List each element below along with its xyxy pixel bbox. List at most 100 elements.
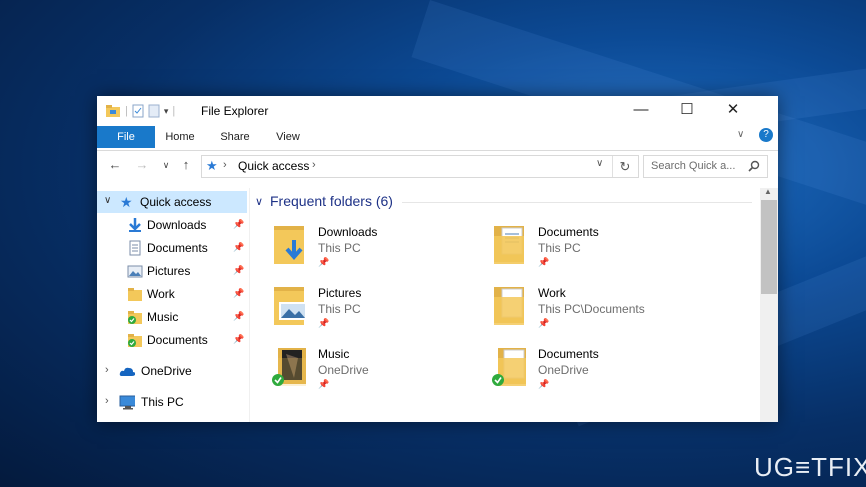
nav-item-documents[interactable]: Documents 📌	[97, 237, 247, 259]
nav-label: Pictures	[147, 264, 191, 278]
breadcrumb-separator-icon: ›	[223, 159, 227, 171]
pin-icon[interactable]: 📌	[233, 334, 244, 345]
folder-name: Pictures	[318, 286, 362, 300]
properties-icon[interactable]	[132, 104, 144, 118]
folder-name: Downloads	[318, 225, 378, 239]
file-explorer-icon	[106, 105, 120, 117]
pictures-icon	[127, 265, 143, 278]
minimize-button[interactable]: —	[618, 96, 664, 124]
folder-name: Music	[318, 347, 350, 361]
document-icon	[129, 240, 141, 256]
tab-home[interactable]: Home	[157, 126, 203, 148]
music-folder-icon	[128, 311, 142, 324]
downloads-folder-icon	[274, 226, 304, 264]
file-explorer-window: | ▾ | File Explorer — ☐ ✕ File Home Shar…	[97, 96, 778, 422]
search-box[interactable]: Search Quick a...	[643, 155, 768, 178]
recent-locations-icon[interactable]: ∨	[157, 156, 175, 174]
nav-item-pictures[interactable]: Pictures 📌	[97, 260, 247, 282]
pin-icon[interactable]: 📌	[538, 379, 549, 390]
expand-chevron-icon[interactable]: ›	[105, 395, 109, 407]
window-title: File Explorer	[201, 104, 269, 118]
pin-icon[interactable]: 📌	[233, 288, 244, 299]
tab-file[interactable]: File	[97, 126, 155, 148]
folder-tile-onedrive-documents[interactable]: Documents OneDrive 📌	[492, 344, 732, 398]
forward-button[interactable]: →	[133, 156, 151, 174]
expand-ribbon-icon[interactable]: ∨	[737, 129, 744, 140]
nav-label: Documents	[147, 241, 208, 255]
folder-location: This PC\Documents	[538, 302, 645, 316]
scrollbar-thumb[interactable]	[761, 200, 777, 294]
group-divider	[402, 202, 752, 203]
pin-icon[interactable]: 📌	[538, 318, 549, 329]
close-button[interactable]: ✕	[710, 96, 756, 124]
maximize-button[interactable]: ☐	[664, 96, 710, 124]
nav-label: Work	[147, 287, 175, 301]
pin-icon[interactable]: 📌	[318, 379, 329, 390]
pin-icon[interactable]: 📌	[233, 311, 244, 322]
group-title: Frequent folders (6)	[270, 193, 393, 209]
tab-view[interactable]: View	[267, 126, 309, 148]
pin-icon[interactable]: 📌	[233, 242, 244, 253]
scroll-up-icon[interactable]: ▲	[764, 187, 772, 196]
refresh-icon[interactable]: ↻	[612, 156, 637, 177]
folder-location: This PC	[538, 241, 581, 255]
nav-label: Downloads	[147, 218, 207, 232]
vertical-scrollbar[interactable]: ▲	[760, 187, 778, 422]
separator: |	[172, 105, 176, 117]
nav-label: This PC	[141, 395, 184, 409]
folder-location: OneDrive	[318, 363, 369, 377]
pin-icon[interactable]: 📌	[233, 219, 244, 230]
folder-name: Documents	[538, 347, 599, 361]
onedrive-documents-folder-icon	[492, 348, 526, 386]
folder-location: This PC	[318, 241, 361, 255]
nav-label: Music	[147, 310, 179, 324]
collapse-chevron-icon[interactable]: ∨	[255, 195, 263, 208]
address-dropdown-icon[interactable]: ∨	[596, 158, 603, 169]
search-placeholder: Search Quick a...	[651, 160, 736, 172]
work-folder-icon	[494, 287, 524, 325]
pin-icon[interactable]: 📌	[318, 257, 329, 268]
folder-location: OneDrive	[538, 363, 589, 377]
back-button[interactable]: ←	[106, 156, 124, 174]
navigation-bar: ← → ∨ ↑ ★ › Quick access › ∨ ↻ Search Qu…	[97, 152, 778, 180]
nav-onedrive[interactable]: › OneDrive	[97, 360, 247, 382]
collapse-chevron-icon[interactable]: ∨	[104, 195, 111, 206]
nav-label: Quick access	[140, 195, 212, 209]
folder-tile-pictures[interactable]: Pictures This PC 📌	[272, 283, 512, 337]
breadcrumb-separator-icon[interactable]: ›	[312, 159, 316, 171]
pin-icon[interactable]: 📌	[233, 265, 244, 276]
quick-access-star-icon: ★	[120, 194, 133, 210]
quick-access-toolbar: | ▾ |	[105, 103, 175, 119]
breadcrumb-quick-access[interactable]: Quick access	[238, 159, 309, 173]
onedrive-cloud-icon	[119, 367, 135, 376]
folder-name: Documents	[538, 225, 599, 239]
customize-toolbar-icon[interactable]: ▾	[164, 106, 169, 117]
pin-icon[interactable]: 📌	[318, 318, 329, 329]
help-icon[interactable]: ?	[759, 128, 773, 142]
download-icon	[129, 218, 141, 232]
nav-item-music[interactable]: Music 📌	[97, 306, 247, 328]
nav-item-work[interactable]: Work 📌	[97, 283, 247, 305]
address-bar[interactable]: ★ › Quick access › ∨ ↻	[201, 155, 639, 178]
quick-access-star-icon: ★	[206, 158, 218, 173]
nav-item-downloads[interactable]: Downloads 📌	[97, 214, 247, 236]
folder-tile-work[interactable]: Work This PC\Documents 📌	[492, 283, 732, 337]
search-icon	[748, 160, 760, 172]
documents-folder-icon	[494, 226, 524, 264]
tab-share[interactable]: Share	[213, 126, 257, 148]
folder-tile-downloads[interactable]: Downloads This PC 📌	[272, 222, 512, 276]
onedrive-folder-icon	[128, 334, 142, 347]
nav-this-pc[interactable]: › This PC	[97, 391, 247, 413]
watermark-logo: UG≡TFIX	[754, 452, 866, 482]
expand-chevron-icon[interactable]: ›	[105, 364, 109, 376]
ribbon-tabs: File Home Share View ∨ ?	[97, 126, 778, 151]
folder-icon	[128, 288, 142, 301]
up-button[interactable]: ↑	[177, 156, 195, 174]
pin-icon[interactable]: 📌	[538, 257, 549, 268]
navigation-pane: ∨ ★ Quick access Downloads 📌 Documents 📌…	[97, 188, 250, 422]
nav-quick-access[interactable]: ∨ ★ Quick access	[97, 191, 247, 213]
new-folder-icon[interactable]	[148, 104, 160, 118]
folder-tile-music[interactable]: Music OneDrive 📌	[272, 344, 512, 398]
folder-tile-documents[interactable]: Documents This PC 📌	[492, 222, 732, 276]
nav-item-onedrive-documents[interactable]: Documents 📌	[97, 329, 247, 351]
